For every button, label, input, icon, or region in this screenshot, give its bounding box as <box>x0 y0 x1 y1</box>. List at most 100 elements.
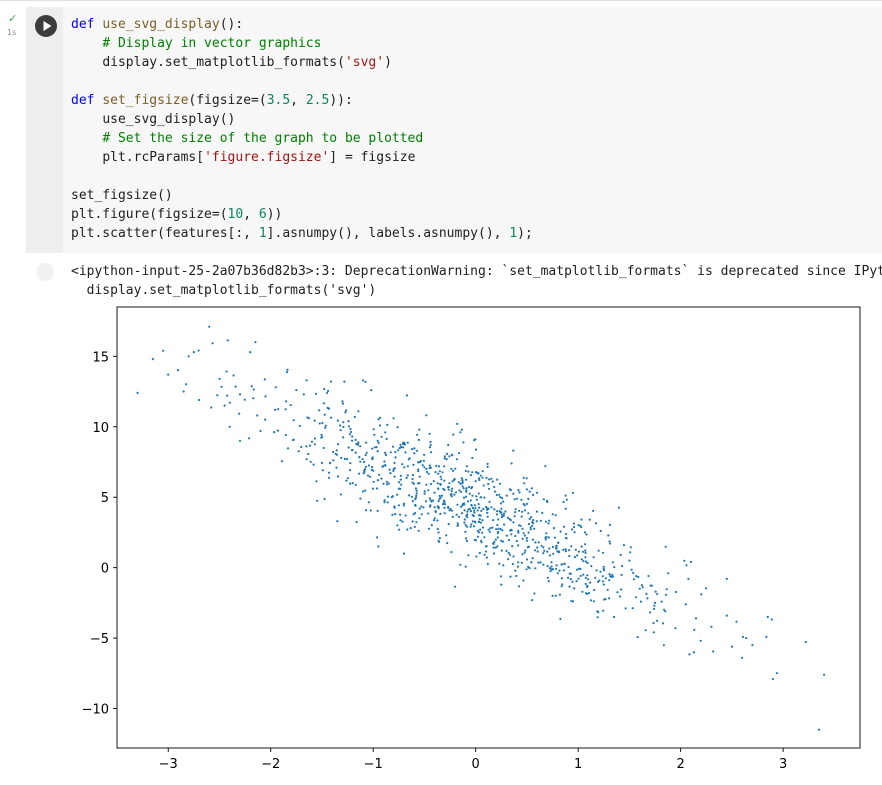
x-tick-label: 1 <box>574 757 582 772</box>
scatter-point <box>413 447 416 450</box>
scatter-point <box>592 600 596 603</box>
scatter-point <box>619 553 622 556</box>
scatter-point <box>466 516 469 519</box>
scatter-point <box>523 482 526 485</box>
scatter-point <box>417 438 420 441</box>
scatter-point <box>493 508 496 511</box>
scatter-point <box>436 527 439 531</box>
scatter-point <box>510 533 513 536</box>
scatter-point <box>521 553 524 556</box>
scatter-point <box>571 580 574 583</box>
scatter-point <box>377 418 380 421</box>
scatter-point <box>460 477 463 480</box>
scatter-point <box>439 475 442 478</box>
y-tick-label: 0 <box>101 562 109 577</box>
scatter-point <box>327 476 331 479</box>
scatter-point <box>602 569 606 572</box>
code-editor[interactable]: def use_svg_display(): # Display in vect… <box>71 15 533 243</box>
scatter-point <box>548 547 551 550</box>
scatter-point <box>208 325 211 328</box>
scatter-point <box>451 487 454 490</box>
scatter-point <box>437 500 440 503</box>
scatter-point <box>524 549 527 552</box>
scatter-point <box>187 355 190 358</box>
scatter-point <box>500 539 503 542</box>
scatter-point <box>478 518 481 521</box>
scatter-point <box>453 493 456 496</box>
scatter-point <box>336 520 339 523</box>
scatter-point <box>559 617 562 620</box>
scatter-point <box>498 562 501 565</box>
scatter-point <box>601 551 605 554</box>
scatter-point <box>464 469 467 472</box>
scatter-point <box>400 445 403 449</box>
code-line: # Set the size of the graph to be plotte… <box>102 131 424 146</box>
scatter-point <box>351 482 354 485</box>
scatter-point <box>429 451 433 454</box>
scatter-point <box>604 577 607 580</box>
scatter-point <box>509 575 512 578</box>
scatter-point <box>559 530 562 533</box>
scatter-point <box>407 458 410 461</box>
scatter-point <box>631 607 634 610</box>
scatter-point <box>652 631 655 634</box>
scatter-point <box>413 525 416 528</box>
scatter-point <box>464 478 468 481</box>
scatter-point <box>459 563 462 566</box>
scatter-point <box>517 544 520 547</box>
scatter-point <box>337 443 340 446</box>
scatter-point <box>585 592 589 595</box>
scatter-point <box>376 487 379 490</box>
scatter-point <box>450 494 453 497</box>
scatter-point <box>313 419 316 422</box>
scatter-point <box>356 443 359 446</box>
scatter-point <box>465 487 468 490</box>
scatter-point <box>226 339 229 342</box>
scatter-point <box>414 498 417 501</box>
scatter-point <box>483 536 486 539</box>
scatter-point <box>438 494 441 497</box>
run-cell-button[interactable] <box>35 15 57 37</box>
scatter-point <box>518 491 521 494</box>
scatter-point <box>461 479 464 482</box>
scatter-point <box>654 590 657 593</box>
scatter-point <box>238 393 242 396</box>
x-tick-label: 3 <box>779 757 787 772</box>
scatter-point <box>492 542 495 545</box>
output-menu-icon[interactable] <box>36 263 54 281</box>
scatter-point <box>476 535 479 538</box>
scatter-point <box>452 433 455 436</box>
scatter-point <box>248 437 251 440</box>
scatter-point <box>572 526 576 529</box>
scatter-point <box>656 619 659 622</box>
scatter-point <box>521 527 524 530</box>
scatter-point <box>418 482 421 485</box>
scatter-point <box>520 515 523 518</box>
scatter-point <box>430 524 433 527</box>
scatter-point <box>376 439 379 442</box>
scatter-point <box>434 471 437 474</box>
scatter-point <box>376 479 380 482</box>
scatter-point <box>665 588 668 591</box>
scatter-point <box>443 506 446 509</box>
scatter-point <box>575 568 579 571</box>
scatter-point <box>602 580 605 583</box>
scatter-point <box>284 433 287 437</box>
scatter-point <box>423 453 426 456</box>
scatter-point <box>412 513 415 516</box>
scatter-point <box>429 482 432 486</box>
scatter-point <box>508 553 511 556</box>
code-line: plt.figure(figsize=(10, 6)) <box>71 207 283 222</box>
scatter-point <box>473 511 476 514</box>
scatter-point <box>197 349 200 352</box>
scatter-point <box>468 492 471 495</box>
scatter-point <box>297 450 300 453</box>
scatter-point <box>488 530 491 533</box>
scatter-point <box>393 475 396 478</box>
scatter-point <box>305 458 308 461</box>
scatter-point <box>406 528 409 531</box>
code-line: def set_figsize(figsize=(3.5, 2.5)): <box>71 93 353 108</box>
scatter-point <box>490 477 493 480</box>
scatter-point <box>545 532 548 535</box>
scatter-point <box>345 409 348 412</box>
